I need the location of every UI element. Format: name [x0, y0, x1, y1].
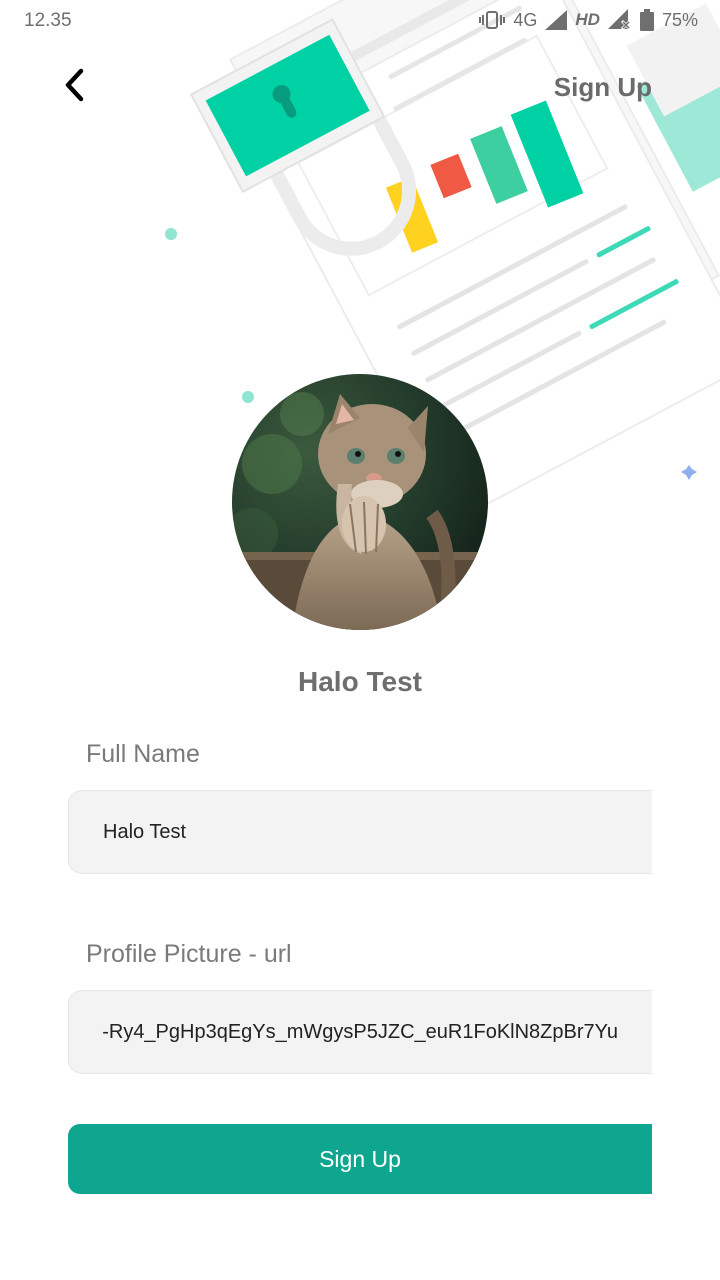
- chevron-left-icon: [65, 68, 84, 102]
- full-name-label: Full Name: [86, 740, 200, 768]
- signal-no-service-icon: [607, 9, 632, 31]
- header-signup-link[interactable]: Sign Up: [554, 72, 652, 103]
- status-time: 12.35: [24, 10, 72, 31]
- full-name-field-container: [68, 790, 652, 874]
- signup-screen: 12.35 4G HD 75% Sign Up Halo Test Full N…: [0, 0, 720, 1280]
- battery-percent: 75%: [661, 9, 698, 30]
- battery-icon: [639, 9, 654, 31]
- back-button[interactable]: [52, 62, 96, 108]
- kitten-photo: [232, 374, 488, 630]
- network-type-label: 4G: [513, 9, 538, 30]
- avatar: [232, 374, 488, 630]
- signup-button[interactable]: Sign Up: [68, 1124, 652, 1194]
- profile-picture-url-label: Profile Picture - url: [86, 940, 292, 968]
- profile-name: Halo Test: [298, 666, 422, 697]
- vibrate-icon: [479, 11, 506, 29]
- chart-bars-decoration: [385, 100, 584, 253]
- hd-label: HD: [575, 10, 600, 29]
- signal-icon: [545, 10, 568, 30]
- status-bar: 12.35 4G HD 75%: [0, 0, 720, 40]
- profile-picture-url-field[interactable]: [69, 991, 652, 1073]
- full-name-field[interactable]: [69, 791, 652, 873]
- profile-picture-url-field-container: [68, 990, 652, 1074]
- status-icons: 4G HD 75%: [479, 8, 698, 32]
